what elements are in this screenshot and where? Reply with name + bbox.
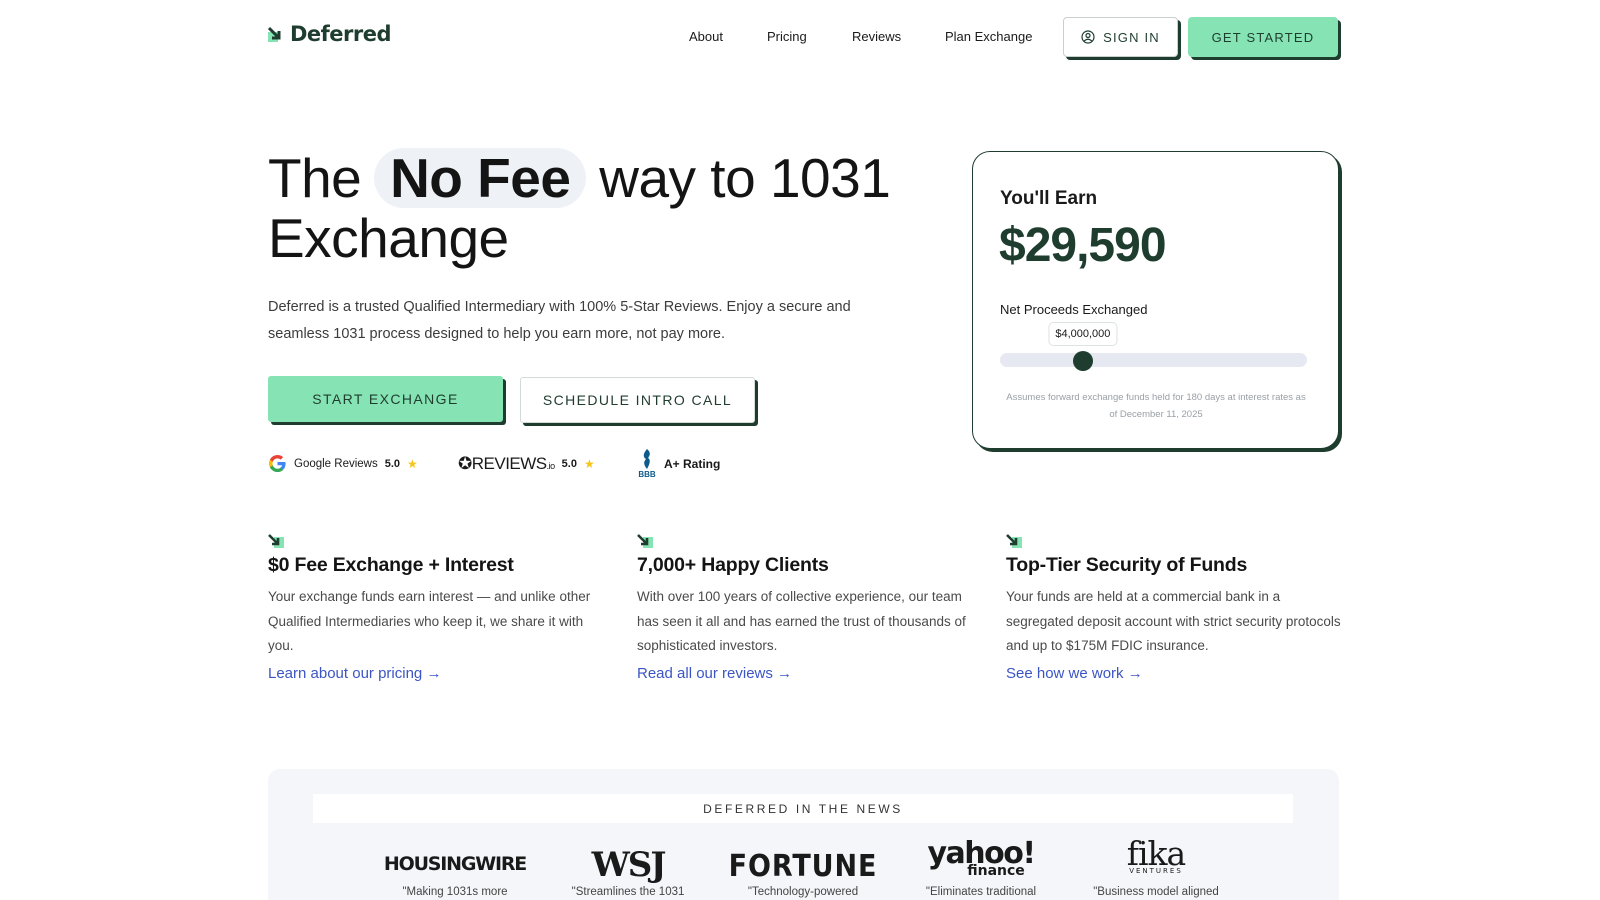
hero-title-pre: The (268, 147, 362, 209)
wsj-logo[interactable]: WSJ (592, 845, 667, 885)
user-icon (1081, 30, 1095, 44)
feature-fee-exchange: $0 Fee Exchange + Interest Your exchange… (268, 534, 603, 683)
news-section: DEFERRED IN THE NEWS HOUSINGWIRE "Making… (268, 769, 1339, 900)
fika-ventures-quote: "Business model aligned (1093, 886, 1219, 898)
feature-description: With over 100 years of collective experi… (637, 589, 966, 653)
brand-logo[interactable]: Deferred (267, 22, 392, 46)
yahoo-finance-quote: "Eliminates traditional (925, 886, 1037, 898)
yahoo-finance-logo[interactable]: yahoo! finance (927, 839, 1036, 879)
nav-about[interactable]: About (689, 29, 723, 44)
bbb-rating[interactable]: BBB A+ Rating (637, 448, 720, 479)
logo-arrow-icon (267, 26, 284, 42)
star-icon: ★ (407, 456, 418, 471)
hero-subtitle: Deferred is a trusted Qualified Intermed… (268, 299, 851, 342)
get-started-label: GET STARTED (1211, 29, 1315, 45)
feature-title: $0 Fee Exchange + Interest (268, 554, 514, 576)
reviewsio-score: 5.0 (561, 458, 577, 470)
hero-title-highlight: No Fee (374, 148, 587, 208)
google-reviews-label: Google Reviews (294, 457, 378, 470)
google-reviews-rating[interactable]: Google Reviews 5.0 ★ (268, 454, 418, 473)
nav-plan-exchange[interactable]: Plan Exchange (945, 29, 1032, 44)
fortune-logo[interactable]: FORTUNE (720, 849, 885, 884)
start-exchange-label: START EXCHANGE (312, 391, 459, 407)
earn-card-title: You'll Earn (1000, 188, 1098, 209)
arrow-down-right-icon (268, 534, 284, 548)
how-we-work-link[interactable]: See how we work → (1006, 665, 1143, 682)
sign-in-button[interactable]: SIGN IN (1063, 17, 1178, 57)
schedule-intro-call-button[interactable]: SCHEDULE INTRO CALL (520, 377, 755, 423)
wsj-quote: "Streamlines the 1031 (571, 886, 685, 898)
start-exchange-button[interactable]: START EXCHANGE (268, 376, 503, 422)
fortune-quote: "Technology-powered (747, 886, 859, 898)
arrow-down-right-icon (1006, 534, 1022, 548)
reviewsio-rating[interactable]: ✪REVIEWS.io 5.0 ★ (458, 454, 595, 474)
hero-title-line2: Exchange (268, 207, 509, 269)
feature-happy-clients: 7,000+ Happy Clients With over 100 years… (637, 534, 972, 683)
net-proceeds-slider-thumb[interactable] (1072, 351, 1093, 371)
slider-value-tooltip: $4,000,000 (1048, 322, 1118, 346)
bbb-logo: BBB (637, 448, 657, 479)
net-proceeds-slider-track[interactable] (1000, 353, 1307, 367)
feature-title: Top-Tier Security of Funds (1006, 554, 1248, 576)
feature-security: Top-Tier Security of Funds Your funds ar… (1006, 534, 1341, 683)
nav-reviews[interactable]: Reviews (852, 29, 901, 44)
feature-description: Your exchange funds earn interest — and … (268, 589, 591, 653)
feature-description: Your funds are held at a commercial bank… (1006, 589, 1341, 653)
news-header: DEFERRED IN THE NEWS (313, 794, 1293, 823)
reviewsio-brand: REVIEWS (471, 454, 547, 473)
brand-name: Deferred (290, 22, 392, 46)
arrow-down-right-icon (637, 534, 653, 548)
reviewsio-suffix: .io (546, 461, 556, 471)
google-score: 5.0 (384, 457, 401, 470)
bbb-rating-label: A+ Rating (664, 456, 721, 471)
housingwire-quote: "Making 1031s more (402, 886, 508, 898)
earnings-calculator-card: You'll Earn $29,590 Net Proceeds Exchang… (972, 151, 1339, 449)
reviewsio-logo: ✪REVIEWS.io (458, 454, 555, 474)
housingwire-logo[interactable]: HOUSINGWIRE (384, 853, 527, 875)
google-icon (268, 454, 286, 473)
bbb-torch-icon (643, 449, 650, 469)
star-icon: ★ (583, 457, 595, 471)
hero-title: The No Fee way to 1031 Exchange (268, 148, 908, 268)
schedule-intro-call-label: SCHEDULE INTRO CALL (542, 392, 733, 408)
net-proceeds-label: Net Proceeds Exchanged (1000, 302, 1148, 317)
nav-pricing[interactable]: Pricing (767, 29, 807, 44)
get-started-button[interactable]: GET STARTED (1188, 17, 1338, 57)
hero-title-post: way to 1031 (599, 147, 891, 209)
reviewsio-star-icon: ✪ (458, 454, 472, 473)
reviews-link[interactable]: Read all our reviews → (637, 665, 792, 682)
fika-ventures-logo[interactable]: fika VENTURES (1127, 837, 1186, 875)
earn-card-disclaimer: Assumes forward exchange funds held for … (1006, 392, 1306, 420)
pricing-link[interactable]: Learn about our pricing → (268, 665, 441, 682)
sign-in-label: SIGN IN (1103, 29, 1160, 45)
earn-amount: $29,590 (999, 219, 1167, 272)
feature-title: 7,000+ Happy Clients (637, 554, 829, 576)
